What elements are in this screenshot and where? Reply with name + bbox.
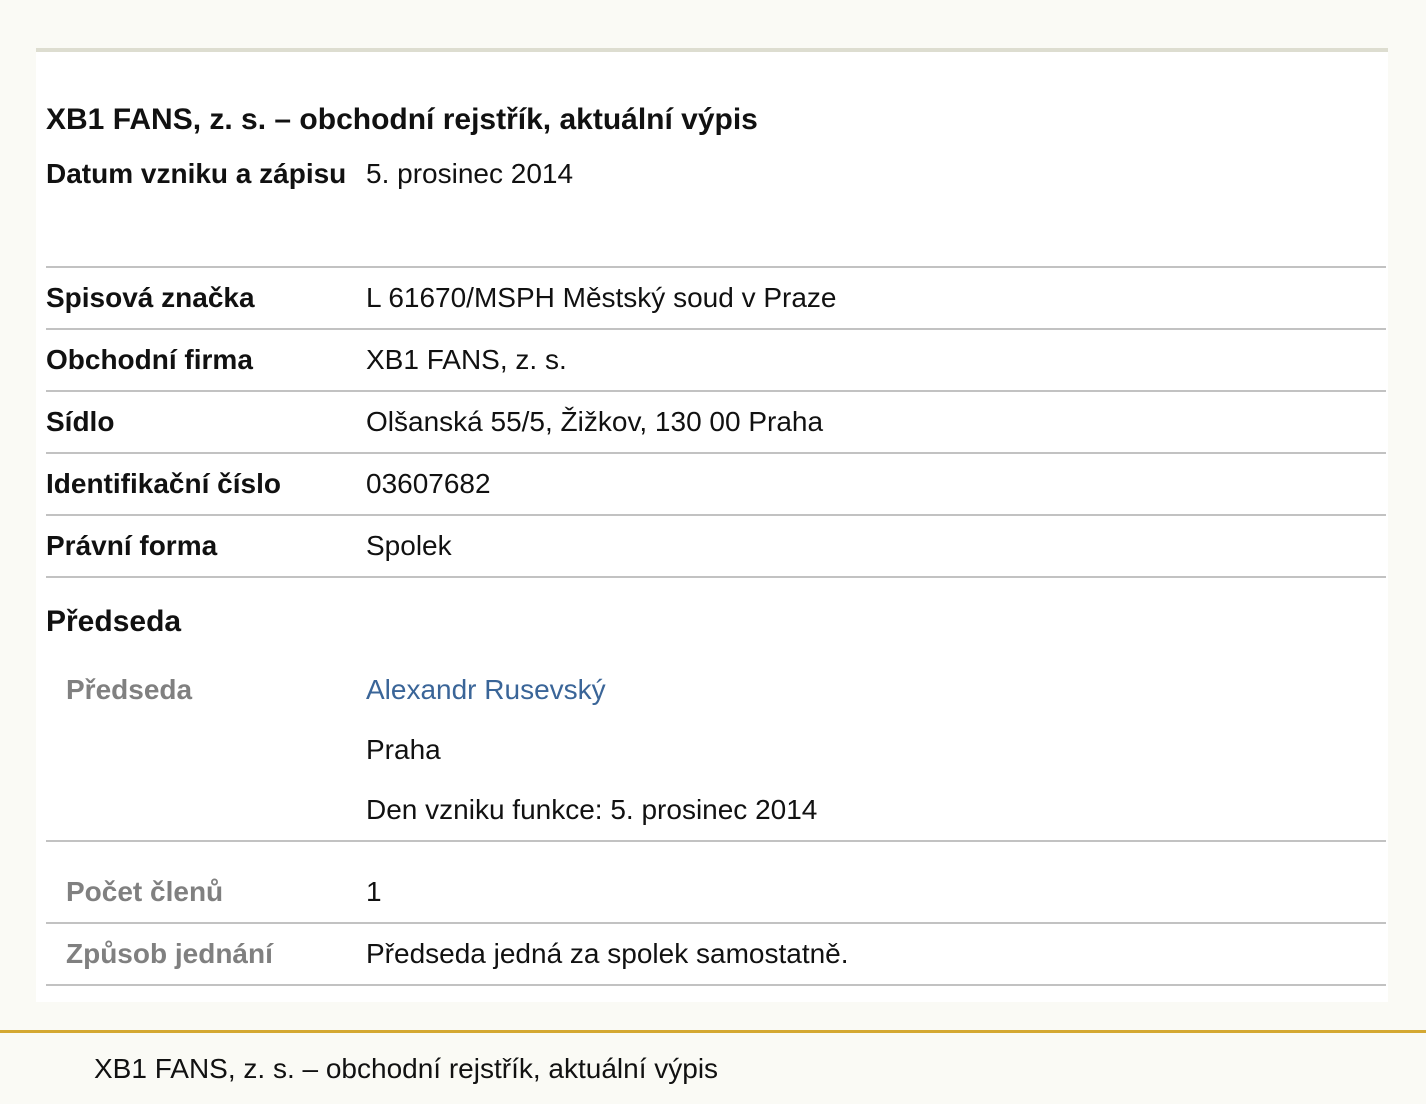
footer: XB1 FANS, z. s. – obchodní rejstřík, akt…: [0, 1030, 1426, 1104]
row-label: Obchodní firma: [46, 344, 253, 375]
row-label: Sídlo: [46, 406, 115, 437]
row-label: Datum vzniku a zápisu: [46, 158, 347, 189]
row-value: Olšanská 55/5, Žižkov, 130 00 Praha: [366, 406, 824, 437]
row-value: Předseda jedná za spolek samostatně.: [366, 938, 849, 969]
member-name-link[interactable]: Alexandr Rusevský: [366, 674, 606, 705]
member-city: Praha: [366, 734, 441, 765]
table-row: Spisová značka L 61670/MSPH Městský soud…: [46, 268, 1386, 330]
row-value: Spolek: [366, 530, 452, 561]
member-role-label: Předseda: [66, 674, 193, 705]
row-value: 5. prosinec 2014: [366, 158, 574, 189]
table-row: Datum vzniku a zápisu 5. prosinec 2014: [46, 144, 1386, 268]
table-row: Způsob jednání Předseda jedná za spolek …: [46, 924, 1386, 986]
card-title: XB1 FANS, z. s. – obchodní rejstřík, akt…: [46, 103, 758, 136]
section-heading: Předseda: [46, 605, 182, 638]
table-row: Právní forma Spolek: [46, 516, 1386, 578]
table-row: Identifikační číslo 03607682: [46, 454, 1386, 516]
member-since: Den vzniku funkce: 5. prosinec 2014: [366, 794, 818, 825]
row-value: 1: [366, 876, 382, 907]
row-label: Právní forma: [46, 530, 218, 561]
row-value: XB1 FANS, z. s.: [366, 344, 567, 375]
row-label: Spisová značka: [46, 282, 255, 313]
table-row: Počet členů 1: [46, 842, 1386, 924]
details-table: Datum vzniku a zápisu 5. prosinec 2014 S…: [46, 144, 1386, 986]
row-value: L 61670/MSPH Městský soud v Praze: [366, 282, 837, 313]
row-label: Způsob jednání: [66, 938, 273, 969]
register-card: XB1 FANS, z. s. – obchodní rejstřík, akt…: [36, 48, 1388, 1002]
page: XB1 FANS, z. s. – obchodní rejstřík, akt…: [0, 0, 1426, 1104]
footer-text: XB1 FANS, z. s. – obchodní rejstřík, akt…: [94, 1053, 719, 1084]
row-label: Identifikační číslo: [46, 468, 281, 499]
table-row: Sídlo Olšanská 55/5, Žižkov, 130 00 Prah…: [46, 392, 1386, 454]
member-details: Alexandr Rusevský Praha Den vzniku funkc…: [366, 660, 1386, 840]
row-label: Počet členů: [66, 876, 224, 907]
row-value: 03607682: [366, 468, 491, 499]
member-row: Předseda Alexandr Rusevský Praha Den vzn…: [46, 660, 1386, 842]
table-row: Obchodní firma XB1 FANS, z. s.: [46, 330, 1386, 392]
